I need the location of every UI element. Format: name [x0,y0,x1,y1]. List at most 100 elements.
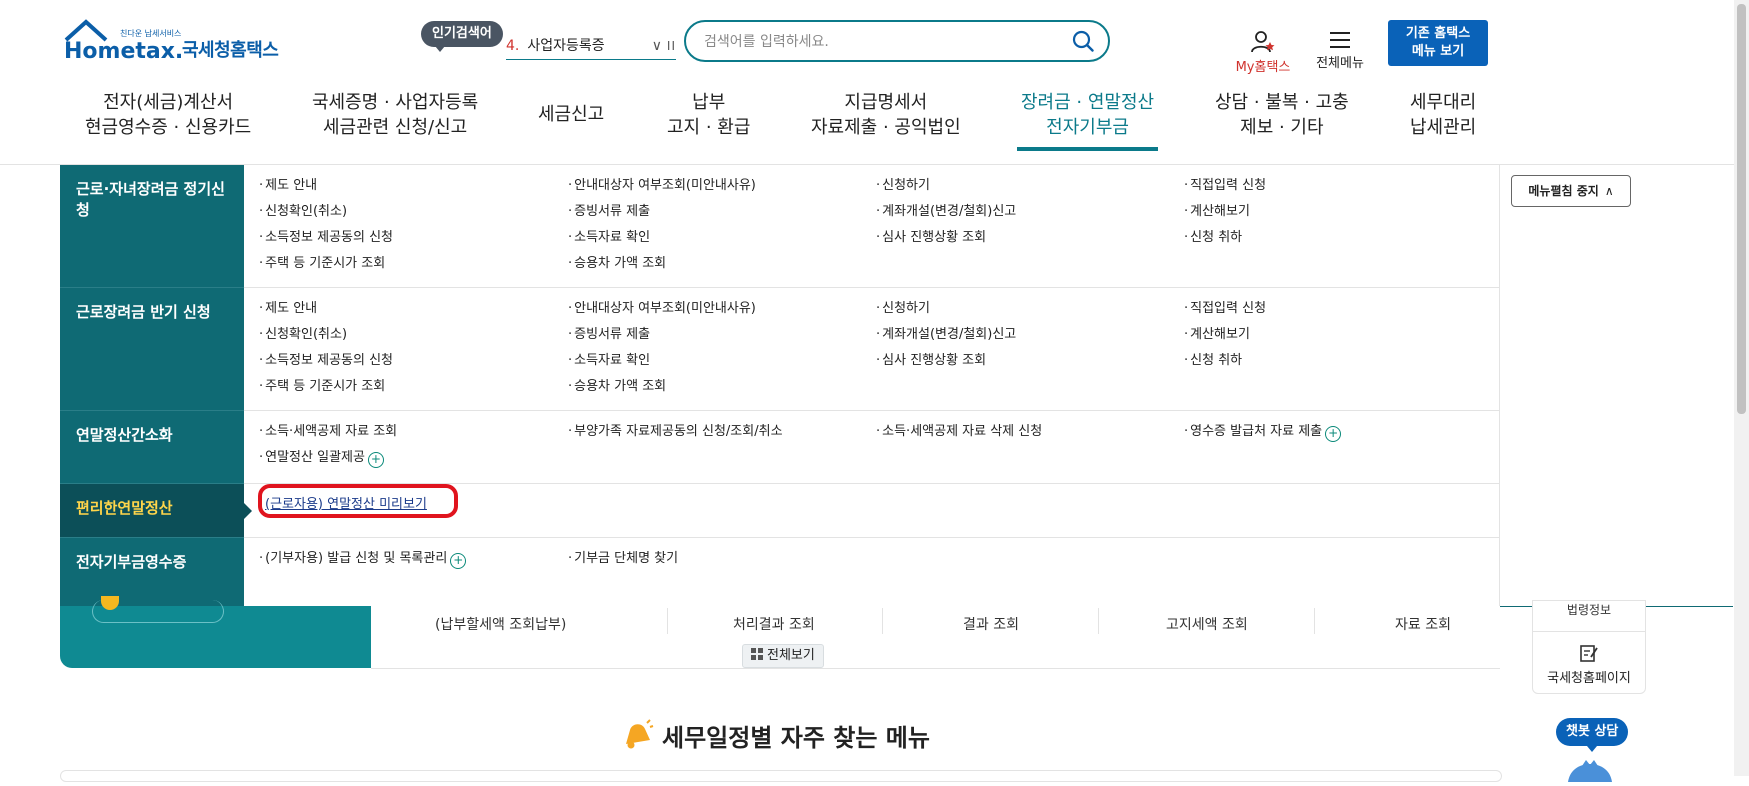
menu-link[interactable]: 신청 취하 [1184,229,1242,247]
menu-link[interactable]: 증빙서류 제출 [568,326,650,344]
menu-row-title[interactable]: 연말정산간소화 [60,411,244,483]
yearend-preview-link[interactable]: (근로자용) 연말정산 미리보기 [265,493,427,512]
gnb-payment-statement[interactable]: 지급명세서 자료제출 · 공익법인 [811,90,961,140]
quick-separator [882,608,883,634]
menu-link[interactable]: 신청확인(취소) [259,326,347,344]
coin-icon [101,596,119,610]
menu-link-with-plus[interactable]: 영수증 발급처 자료 제출+ [1184,423,1342,442]
chatbot-consult-button[interactable]: 챗봇 상담 [1556,718,1629,752]
popular-rank-number: 4. [506,38,520,54]
menu-link[interactable]: 안내대상자 여부조회(미안내사유) [568,177,756,195]
menu-link[interactable]: 신청 취하 [1184,352,1242,370]
menu-link[interactable]: 안내대상자 여부조회(미안내사유) [568,300,756,318]
menu-link[interactable]: 소득자료 확인 [568,352,650,370]
menu-link[interactable]: 신청하기 [876,300,930,318]
popular-search-badge: 인기검색어 [421,21,503,52]
menu-link[interactable]: 부양가족 자료제공동의 신청/조회/취소 [568,423,782,441]
quick-menu-teal-panel [60,596,371,668]
menu-link[interactable]: 증빙서류 제출 [568,203,650,221]
quick-separator [1314,608,1315,634]
menu-link[interactable]: 소득정보 제공동의 신청 [259,352,393,370]
quick-pill[interactable] [92,596,224,623]
old-home-line2: 메뉴 보기 [1411,44,1465,59]
my-hometax-button[interactable]: My홈택스 [1228,30,1298,75]
logo-text: Hometax. [64,39,183,64]
menu-link[interactable]: 계산해보기 [1184,326,1250,344]
all-menu-button[interactable]: 전체메뉴 [1310,30,1370,71]
gnb-certificate[interactable]: 국세증명 · 사업자등록 세금관련 신청/신고 [312,90,478,140]
menu-row-title-active[interactable]: 편리한연말정산 [60,484,252,537]
nts-homepage-link[interactable]: 국세청홈페이지 [1533,667,1645,686]
law-info-link[interactable]: 법령정보 [1533,601,1645,618]
gnb-payment[interactable]: 납부 고지 · 환급 [667,90,750,140]
gnb-e-invoice[interactable]: 전자(세금)계산서 현금영수증 · 신용카드 [85,90,251,140]
gnb-tax-agent[interactable]: 세무대리 납세관리 [1410,90,1476,140]
gnb-tax-report[interactable]: 세금신고 [538,102,604,127]
menu-link[interactable]: 계좌개설(변경/철회)신고 [876,203,1016,221]
quick-item[interactable]: 처리결과 조회 [733,614,815,634]
plus-icon[interactable]: + [1325,426,1342,442]
gnb-consult[interactable]: 상담 · 불복 · 고충 제보 · 기타 [1215,90,1349,140]
menu-link[interactable]: 승용차 가액 조회 [568,255,666,273]
quick-separator [1098,608,1099,634]
menu-link[interactable]: 소득·세액공제 자료 조회 [259,423,397,441]
chevron-down-icon[interactable]: ∨ [652,33,662,59]
chatbot-avatar-icon[interactable] [1560,752,1620,782]
menu-link[interactable]: 직접입력 신청 [1184,177,1266,195]
menu-row-title[interactable]: 근로장려금 반기 신청 [60,288,244,410]
menu-link[interactable]: 기부금 단체명 찾기 [568,550,678,568]
menu-link[interactable]: 심사 진행상황 조회 [876,229,986,247]
menu-link[interactable]: 주택 등 기준시가 조회 [259,255,385,273]
search-icon[interactable] [1072,30,1094,52]
menu-link[interactable]: 주택 등 기준시가 조회 [259,378,385,396]
menu-row-title[interactable]: 근로·자녀장려금 정기신청 [60,165,244,287]
plus-icon[interactable]: + [367,452,384,468]
vertical-scrollbar[interactable] [1734,0,1749,776]
my-hometax-label: My홈택스 [1235,60,1291,75]
menu-link[interactable]: 직접입력 신청 [1184,300,1266,318]
menu-link[interactable]: 소득자료 확인 [568,229,650,247]
menu-row-yearend-simplified: 연말정산간소화 소득·세액공제 자료 조회 부양가족 자료제공동의 신청/조회/… [60,411,1500,483]
menu-link[interactable]: 승용차 가액 조회 [568,378,666,396]
quick-menu-strip: (납부할세액 조회납부) 처리결과 조회 결과 조회 고지세액 조회 자료 조회… [60,596,1500,669]
menu-link[interactable]: 심사 진행상황 조회 [876,352,986,370]
plus-icon[interactable]: + [450,553,467,569]
pause-icon[interactable]: II [667,33,676,59]
menu-row-e-donation-receipt: 전자기부금영수증 (기부자용) 발급 신청 및 목록관리+ 기부금 단체명 찾기 [60,538,1500,606]
popular-search-ticker[interactable]: 4. 사업자등록증 ∨ II [506,33,676,60]
menu-link[interactable]: 신청하기 [876,177,930,195]
view-all-button[interactable]: 전체보기 [742,644,824,668]
menu-link[interactable]: 소득·세액공제 자료 삭제 신청 [876,423,1042,441]
menu-row-work-child-incentive: 근로·자녀장려금 정기신청 제도 안내 안내대상자 여부조회(미안내사유) 신청… [60,165,1500,287]
menu-link[interactable]: 계산해보기 [1184,203,1250,221]
content-box-top [60,770,1502,782]
hamburger-icon [1330,32,1350,48]
menu-link-with-plus[interactable]: (기부자용) 발급 신청 및 목록관리+ [259,550,467,569]
search-input[interactable] [702,30,1046,54]
quick-separator [667,608,668,634]
quick-item[interactable]: 자료 조회 [1395,614,1451,634]
global-navigation: 전자(세금)계산서 현금영수증 · 신용카드 국세증명 · 사업자등록 세금관련 신… [60,88,1500,151]
menu-link-with-plus[interactable]: 연말정산 일괄제공+ [259,449,384,468]
menu-link[interactable]: 소득정보 제공동의 신청 [259,229,393,247]
menu-link[interactable]: 제도 안내 [259,177,317,195]
gnb-incentive-yearend[interactable]: 장려금 · 연말정산 전자기부금 [1016,90,1159,151]
menu-row-title[interactable]: 전자기부금영수증 [60,538,244,606]
quick-item[interactable]: 고지세액 조회 [1166,614,1248,634]
chevron-up-icon: ∧ [1604,184,1614,198]
menu-row-work-incentive-half: 근로장려금 반기 신청 제도 안내 안내대상자 여부조회(미안내사유) 신청하기… [60,288,1500,410]
quick-item[interactable]: 결과 조회 [963,614,1019,634]
menu-link[interactable]: 계좌개설(변경/철회)신고 [876,326,1016,344]
menu-fold-stop-button[interactable]: 메뉴펼침 중지 ∧ [1511,175,1631,207]
section-title: 세무일정별 자주 찾는 메뉴 [620,718,930,758]
menu-link[interactable]: 신청확인(취소) [259,203,347,221]
scrollbar-thumb[interactable] [1737,4,1746,414]
old-hometax-menu-button[interactable]: 기존 홈택스 메뉴 보기 [1388,20,1488,66]
all-menu-label: 전체메뉴 [1316,56,1364,71]
popular-search-term[interactable]: 사업자등록증 [527,38,604,54]
menu-link[interactable]: 제도 안내 [259,300,317,318]
grid-icon [751,648,763,660]
side-quick-widget: 법령정보 국세청홈페이지 [1532,600,1646,694]
logo-slogan: 친다운 납세서비스 [120,29,182,38]
quick-item[interactable]: (납부할세액 조회납부) [435,614,566,634]
